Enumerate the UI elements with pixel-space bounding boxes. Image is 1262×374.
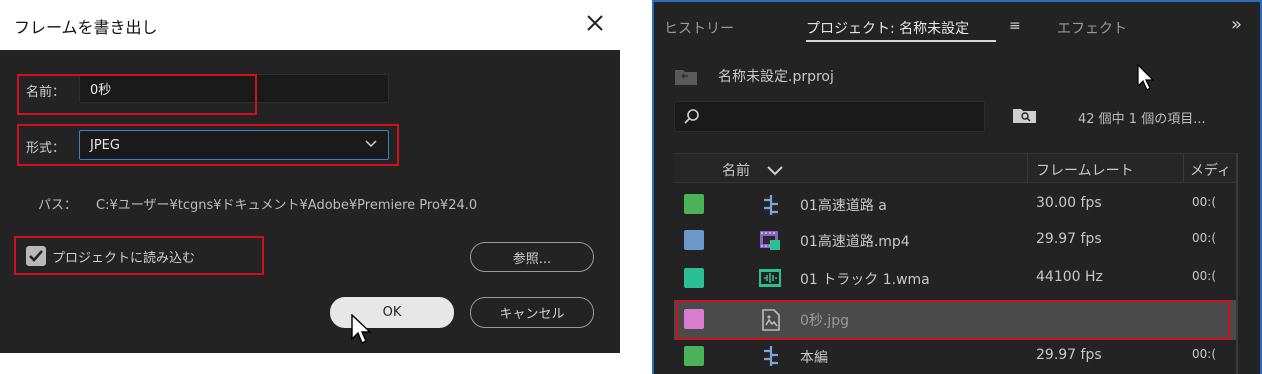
table-header (674, 153, 1236, 183)
row-framerate: 29.97 fps (1036, 347, 1102, 363)
sequence-icon (764, 195, 778, 215)
highlight-box-format (17, 124, 399, 166)
audio-clip-icon (759, 269, 781, 287)
mouse-cursor-icon (350, 313, 372, 350)
label-color-swatch[interactable] (684, 230, 704, 250)
cancel-button[interactable]: キャンセル (470, 297, 594, 328)
scrollbar[interactable] (1236, 153, 1238, 374)
row-media: 00:( (1192, 195, 1216, 209)
dialog-titlebar: フレームを書き出し (0, 0, 620, 50)
project-panel: ヒストリー プロジェクト: 名称未設定 ≡ エフェクト » 名称未設定.prpr… (652, 0, 1262, 374)
label-color-swatch[interactable] (684, 268, 704, 288)
path-label: パス： (38, 198, 78, 213)
close-icon[interactable] (582, 10, 608, 36)
panel-menu-icon[interactable]: ≡ (1009, 18, 1021, 34)
label-color-swatch[interactable] (684, 194, 704, 214)
column-header-name[interactable]: 名前 (722, 160, 750, 180)
tab-effects[interactable]: エフェクト (1057, 18, 1127, 38)
chevron-down-icon[interactable] (765, 163, 785, 182)
highlight-box-import (14, 236, 264, 275)
row-framerate: 30.00 fps (1036, 195, 1102, 211)
find-bin-icon[interactable] (1012, 106, 1038, 128)
column-divider[interactable] (1183, 153, 1184, 183)
row-media: 00:( (1192, 231, 1216, 245)
table-row[interactable]: 01高速道路 a 30.00 fps 00:( (674, 188, 1236, 222)
column-header-media[interactable]: メディ (1190, 160, 1231, 180)
row-name: 本編 (800, 350, 828, 366)
video-clip-icon (760, 231, 780, 250)
row-framerate: 44100 Hz (1036, 269, 1103, 285)
column-divider[interactable] (1027, 153, 1028, 183)
row-name: 01高速道路 a (800, 198, 887, 214)
ok-button[interactable]: OK (330, 297, 454, 328)
column-header-framerate[interactable]: フレームレート (1036, 160, 1134, 180)
row-framerate: 29.97 fps (1036, 231, 1102, 247)
mouse-cursor-icon (1136, 63, 1156, 96)
row-name: 01高速道路.mp4 (800, 234, 910, 250)
overflow-icon[interactable]: » (1231, 14, 1242, 35)
project-file-name: 名称未設定.prproj (718, 69, 834, 85)
tab-project[interactable]: プロジェクト: 名称未設定 (806, 18, 969, 38)
sequence-icon (764, 346, 778, 366)
row-name: 01 トラック 1.wma (800, 272, 930, 288)
active-tab-underline (806, 40, 996, 42)
search-input[interactable] (674, 101, 985, 132)
highlight-box-new-item (676, 300, 1230, 340)
highlight-box-name (17, 74, 257, 115)
export-frame-dialog: フレームを書き出し 名前： 0秒 形式： JPEG パス： C:¥ユーザー¥tc… (0, 0, 620, 353)
item-count: 42 個中 1 個の項目... (1078, 112, 1206, 127)
search-icon (684, 109, 699, 124)
dialog-title: フレームを書き出し (14, 18, 158, 37)
bin-folder-icon (674, 66, 698, 90)
table-row[interactable]: 01 トラック 1.wma 44100 Hz 00:( (674, 262, 1236, 296)
row-media: 00:( (1192, 269, 1216, 283)
row-media: 00:( (1192, 347, 1216, 361)
path-value: C:¥ユーザー¥tcgns¥ドキュメント¥Adobe¥Premiere Pro¥… (96, 198, 478, 213)
table-row[interactable]: 01高速道路.mp4 29.97 fps 00:( (674, 224, 1236, 258)
browse-button[interactable]: 参照... (470, 242, 594, 272)
label-color-swatch[interactable] (684, 346, 704, 366)
tab-history[interactable]: ヒストリー (664, 18, 734, 38)
table-row[interactable]: 本編 29.97 fps 00:( (674, 342, 1236, 374)
